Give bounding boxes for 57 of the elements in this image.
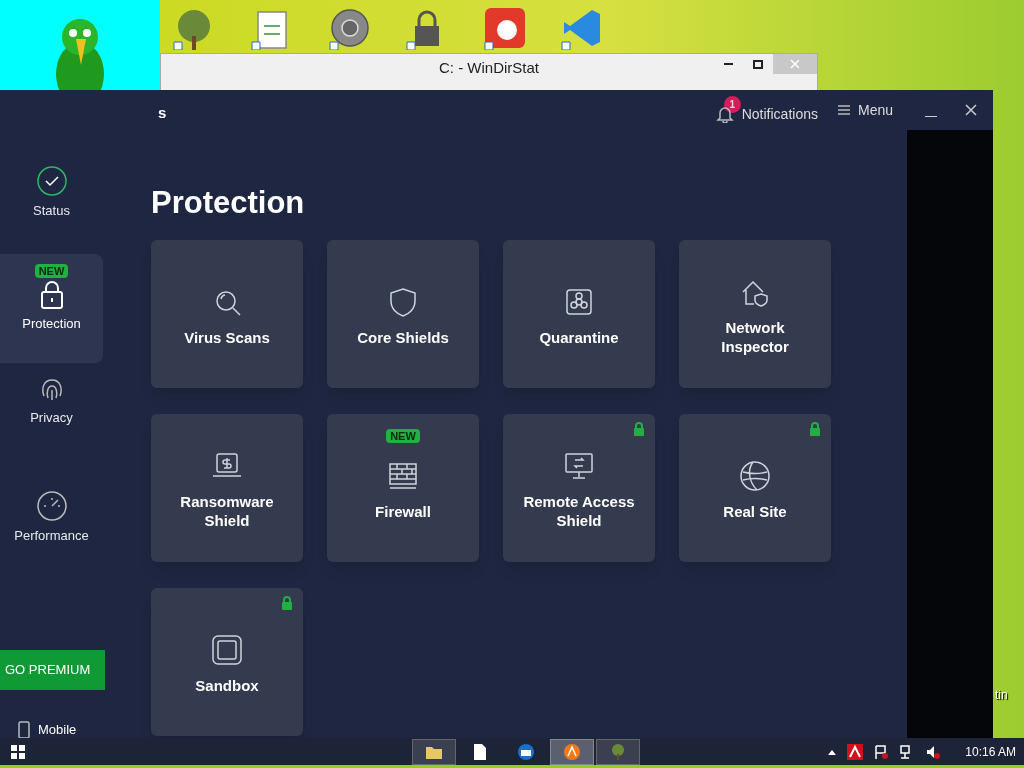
new-badge: NEW (386, 429, 420, 443)
sidebar-item[interactable]: NEW Protection (0, 254, 103, 363)
feature-tile[interactable]: Quarantine (503, 240, 655, 388)
sidebar-label: Protection (22, 315, 81, 333)
window-title: C: - WinDirStat (439, 57, 539, 78)
sidebar-label: Performance (14, 527, 89, 545)
feature-tile[interactable]: Core Shields (327, 240, 479, 388)
monitor-arrows-icon (563, 450, 595, 482)
tile-label: Real Site (722, 501, 788, 521)
close-icon (790, 59, 800, 69)
tile-label: Ransomware Shield (179, 492, 275, 530)
new-badge: NEW (34, 264, 69, 278)
feature-tile[interactable]: Network Inspector (679, 240, 831, 388)
notifications-button[interactable]: 1 Notifications (715, 95, 818, 125)
feature-tile[interactable]: NEW Firewall (327, 414, 479, 562)
taskbar-app[interactable] (550, 738, 594, 765)
antivirus-tray-icon (847, 743, 864, 760)
taskbar-app[interactable] (412, 738, 456, 765)
square-frame-icon (211, 633, 243, 666)
tile-label: Remote Access Shield (522, 492, 636, 530)
tile-label: Core Shields (356, 327, 450, 347)
clock: 10:16 AM (965, 743, 1016, 761)
tile-label: Firewall (374, 501, 432, 521)
feature-tile[interactable]: Real Site (679, 414, 831, 562)
globe-icon (739, 459, 771, 492)
menu-icon (837, 105, 850, 115)
notification-count-badge: 1 (723, 95, 741, 113)
go-premium-button[interactable]: GO PREMIUM (0, 650, 105, 690)
app-title: s (158, 103, 167, 123)
sidebar-label: Status (33, 202, 70, 220)
sidebar-item[interactable]: Performance (0, 490, 103, 560)
tile-label: Quarantine (538, 327, 620, 347)
feature-tile[interactable]: Remote Access Shield (503, 414, 655, 562)
speedometer-icon (35, 490, 68, 522)
shield-icon (387, 285, 419, 318)
flag-icon (873, 743, 890, 760)
sidebar-item[interactable]: Status (0, 165, 103, 235)
desktop-icon-label: tin (995, 687, 1008, 704)
desktop-shortcut-icon[interactable] (483, 6, 527, 50)
windows-start-icon (10, 743, 26, 760)
feature-tile[interactable]: Virus Scans (151, 240, 303, 388)
desktop-shortcut-icon[interactable] (328, 6, 372, 50)
feature-tile[interactable]: Ransomware Shield (151, 414, 303, 562)
sidebar-label: Privacy (30, 409, 73, 427)
tile-label: Network Inspector (720, 318, 790, 356)
tile-label: Virus Scans (183, 327, 271, 347)
close-icon (965, 104, 977, 116)
menu-button[interactable]: Menu (837, 99, 893, 121)
check-circle-icon (35, 165, 68, 197)
feature-tile[interactable]: Sandbox (151, 588, 303, 736)
sidebar-item[interactable]: Privacy (0, 372, 103, 442)
phone-icon (18, 720, 30, 739)
app-logo-icon (562, 741, 582, 762)
envelope-icon (516, 741, 536, 762)
page-heading: Protection (151, 184, 305, 222)
tile-label: Sandbox (194, 675, 260, 695)
mobile-link[interactable]: Mobile (18, 720, 77, 740)
